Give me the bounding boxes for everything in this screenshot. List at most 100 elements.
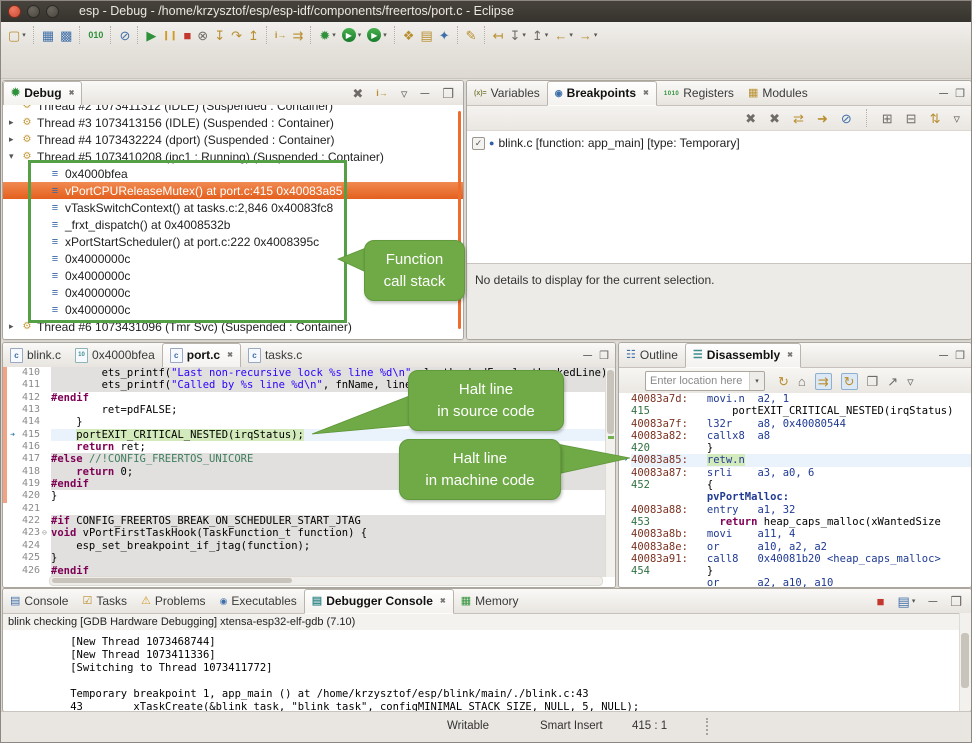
tab-tasks-c[interactable]: tasks.c bbox=[241, 344, 309, 367]
tab-console[interactable]: ▤ Console bbox=[3, 590, 75, 613]
disassembly-row[interactable]: 453 return heap_caps_malloc(xWantedSize bbox=[619, 516, 971, 528]
binary-format-button[interactable]: 010 bbox=[85, 24, 106, 46]
fold-icon[interactable]: ⊖ bbox=[42, 527, 51, 539]
fold-icon[interactable] bbox=[42, 466, 51, 478]
mark-occurrences-button[interactable]: ✎ bbox=[463, 24, 480, 46]
fold-icon[interactable] bbox=[42, 416, 51, 428]
code-line[interactable]: 425 } bbox=[3, 552, 615, 564]
window-close-button[interactable] bbox=[8, 5, 21, 18]
tab-executables[interactable]: ◉ Executables bbox=[213, 590, 304, 613]
line-number[interactable]: 411 bbox=[18, 379, 42, 391]
scrollbar-thumb[interactable] bbox=[607, 370, 614, 434]
refresh-button[interactable]: ↻ bbox=[775, 370, 792, 392]
scrollbar-thumb[interactable] bbox=[961, 633, 969, 688]
sync-selection-button[interactable]: ↻ bbox=[838, 370, 861, 392]
disassembly-row[interactable]: 452 { bbox=[619, 479, 971, 491]
go-to-file-button[interactable]: ➜ bbox=[814, 107, 831, 129]
tab-problems[interactable]: ⚠ Problems bbox=[134, 590, 213, 613]
line-number[interactable]: 413 bbox=[18, 404, 42, 416]
disassembly-listing[interactable]: 40083a7d: movi.n a2, 1 415 portEXIT_CRIT… bbox=[619, 393, 971, 587]
disassembly-row[interactable]: ➜ 40083a85: retw.n bbox=[619, 454, 971, 466]
line-number[interactable]: 422 bbox=[18, 515, 42, 527]
tab-memory[interactable]: ▦ Memory bbox=[454, 590, 526, 613]
track-expression-button[interactable]: ⇉ bbox=[812, 370, 835, 392]
pin-button[interactable]: ↗ bbox=[884, 370, 901, 392]
scrollbar-thumb[interactable] bbox=[52, 578, 292, 583]
disassembly-row[interactable]: 40083a7d: movi.n a2, 1 bbox=[619, 393, 971, 405]
fold-icon[interactable] bbox=[42, 379, 51, 391]
tab-debugger-console[interactable]: ▤ Debugger Console bbox=[304, 589, 454, 614]
location-input[interactable]: Enter location here bbox=[646, 375, 749, 387]
save-all-button[interactable]: ▩ bbox=[57, 24, 75, 46]
debug-tree-row[interactable]: ▸ ⚙ Thread #3 1073413156 (IDLE) (Suspend… bbox=[3, 114, 463, 131]
line-number[interactable]: 423 bbox=[18, 527, 42, 539]
window-minimize-button[interactable] bbox=[27, 5, 40, 18]
minimize-button[interactable]: — bbox=[583, 350, 592, 360]
minimize-button[interactable]: — bbox=[939, 350, 948, 360]
code-text[interactable]: #endif bbox=[51, 565, 615, 577]
view-menu-button[interactable]: ▿ bbox=[904, 370, 917, 392]
disassembly-row[interactable]: 40083a91: call8 0x40081b20 <heap_caps_ma… bbox=[619, 553, 971, 565]
expand-toggle-icon[interactable]: ▸ bbox=[9, 117, 20, 128]
fold-icon[interactable] bbox=[42, 441, 51, 453]
code-line[interactable]: 422 #if CONFIG_FREERTOS_BREAK_ON_SCHEDUL… bbox=[3, 515, 615, 527]
location-combo[interactable]: Enter location here bbox=[645, 371, 765, 391]
code-text[interactable]: } bbox=[51, 552, 615, 564]
console-vertical-scrollbar[interactable] bbox=[959, 613, 971, 711]
fold-icon[interactable] bbox=[42, 404, 51, 416]
open-type-button[interactable]: ❖ bbox=[400, 24, 418, 46]
fold-icon[interactable] bbox=[42, 478, 51, 490]
debug-tree-row[interactable]: ⚙ Thread #2 1073411312 (IDLE) (Suspended… bbox=[3, 105, 463, 114]
close-icon[interactable] bbox=[787, 351, 793, 359]
open-new-view-button[interactable]: ❒ bbox=[864, 370, 882, 392]
remove-breakpoint-button[interactable]: ✖ bbox=[742, 107, 759, 129]
step-into-button[interactable]: ↧ bbox=[211, 24, 228, 46]
last-edit-location-button[interactable]: ↤ bbox=[490, 24, 507, 46]
code-line[interactable]: 426 #endif bbox=[3, 565, 615, 577]
tab-modules[interactable]: ▦ Modules bbox=[741, 82, 815, 105]
disassembly-row[interactable]: 454 } bbox=[619, 565, 971, 577]
expand-all-button[interactable]: ⊞ bbox=[879, 107, 896, 129]
instruction-step-button[interactable]: i→ bbox=[272, 24, 290, 46]
expand-toggle-icon[interactable]: ▸ bbox=[9, 134, 20, 145]
line-number[interactable]: 415 bbox=[18, 429, 42, 441]
close-icon[interactable] bbox=[69, 89, 75, 97]
display-selected-console-button[interactable]: ▤ bbox=[895, 590, 919, 612]
line-number[interactable]: 410 bbox=[18, 367, 42, 379]
maximize-button[interactable]: ❒ bbox=[955, 87, 965, 100]
disassembly-row[interactable]: 415 portEXIT_CRITICAL_NESTED(irqStatus) bbox=[619, 405, 971, 417]
link-with-target-button[interactable]: ⇄ bbox=[790, 107, 807, 129]
code-text[interactable]: esp_set_breakpoint_if_jtag(function); bbox=[51, 540, 615, 552]
external-tools-button[interactable]: ▶ bbox=[364, 24, 390, 46]
line-number[interactable]: 412 bbox=[18, 392, 42, 404]
line-number[interactable]: 425 bbox=[18, 552, 42, 564]
close-icon[interactable] bbox=[440, 597, 446, 605]
expand-toggle-icon[interactable]: ▸ bbox=[9, 321, 20, 332]
tab-tasks[interactable]: ☑ Tasks bbox=[75, 590, 134, 613]
close-icon[interactable] bbox=[227, 351, 233, 359]
maximize-button[interactable]: ❒ bbox=[439, 82, 457, 104]
disassembly-row[interactable]: 420 } bbox=[619, 442, 971, 454]
tab-registers[interactable]: Registers bbox=[657, 82, 741, 105]
tab-0x4000bfea[interactable]: 0x4000bfea bbox=[68, 344, 162, 367]
new-button[interactable]: ▢ bbox=[5, 24, 29, 46]
code-line[interactable]: 424 esp_set_breakpoint_if_jtag(function)… bbox=[3, 540, 615, 552]
collapse-all-button[interactable]: ⊟ bbox=[903, 107, 920, 129]
step-return-button[interactable]: ↥ bbox=[245, 24, 262, 46]
next-annotation-button[interactable]: ↧ bbox=[506, 24, 528, 46]
tab-disassembly[interactable]: ☰ Disassembly bbox=[685, 343, 801, 368]
code-text[interactable]: #if CONFIG_FREERTOS_BREAK_ON_SCHEDULER_S… bbox=[51, 515, 615, 527]
line-number[interactable]: 421 bbox=[18, 503, 42, 515]
code-text[interactable] bbox=[51, 503, 615, 515]
link-with-debug-view-button[interactable]: ⇅ bbox=[927, 107, 944, 129]
console-output[interactable]: [New Thread 1073468744] [New Thread 1073… bbox=[3, 630, 960, 711]
terminate-console-button[interactable]: ■ bbox=[874, 590, 888, 612]
minimize-button[interactable]: — bbox=[417, 82, 432, 104]
back-button[interactable]: ← bbox=[551, 24, 576, 46]
step-over-button[interactable]: ↷ bbox=[228, 24, 245, 46]
disassembly-row[interactable]: 40083a8b: movi a11, 4 bbox=[619, 528, 971, 540]
fold-icon[interactable] bbox=[42, 565, 51, 577]
breakpoint-item[interactable]: ● blink.c [function: app_main] [type: Te… bbox=[467, 134, 971, 152]
expand-toggle-icon[interactable]: ▾ bbox=[9, 151, 20, 162]
window-maximize-button[interactable] bbox=[46, 5, 59, 18]
